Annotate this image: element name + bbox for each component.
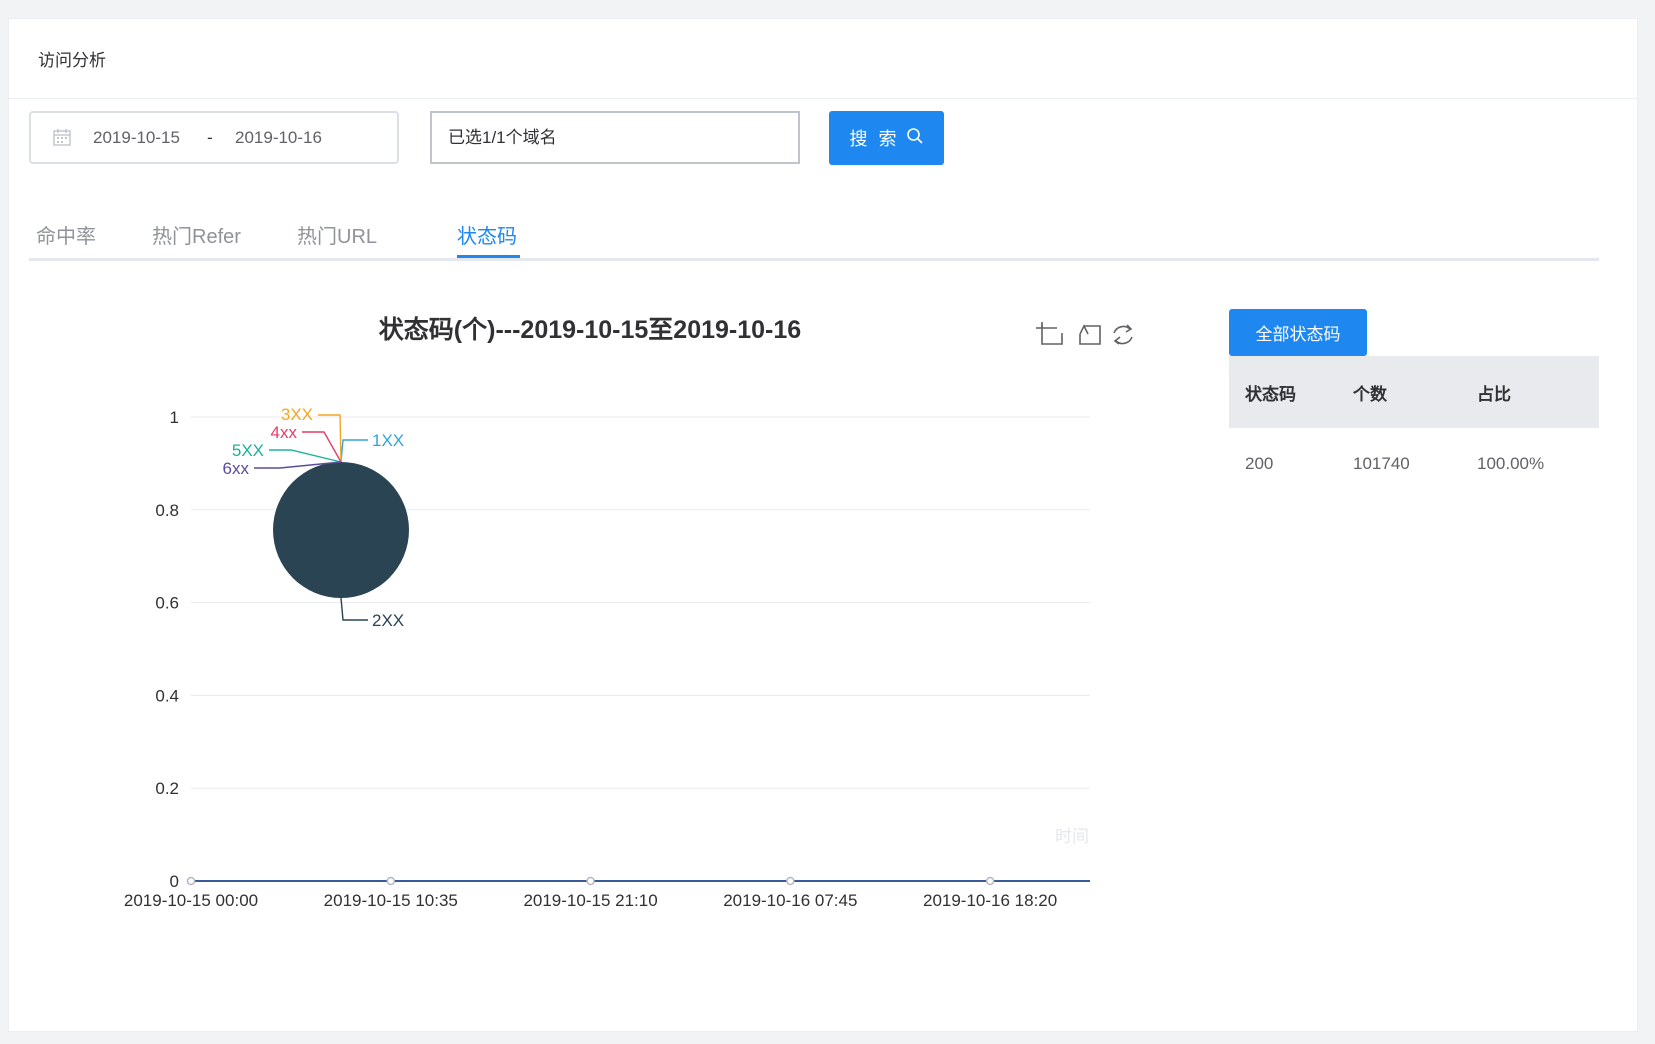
data-point bbox=[586, 876, 595, 886]
table-header: 状态码 个数 占比 bbox=[1229, 356, 1599, 428]
y-tick-label: 1 bbox=[170, 408, 179, 427]
data-point bbox=[186, 876, 196, 886]
cell-status-code: 200 bbox=[1245, 454, 1274, 473]
cell-count: 101740 bbox=[1353, 454, 1410, 473]
x-tick-label: 2019-10-16 18:20 bbox=[923, 891, 1057, 910]
pie-label: 4xx bbox=[271, 423, 298, 442]
pie-label: 3XX bbox=[281, 405, 313, 424]
pie-label-line bbox=[340, 597, 368, 621]
status-code-table: 状态码 个数 占比 200 101740 100.00% bbox=[1229, 356, 1599, 500]
x-tick-label: 2019-10-16 07:45 bbox=[723, 891, 857, 910]
header-ratio: 占比 bbox=[1477, 384, 1511, 404]
all-status-codes-button[interactable]: 全部状态码 bbox=[1229, 309, 1367, 356]
pie-label: 2XX bbox=[372, 611, 404, 630]
x-tick-label: 2019-10-15 10:35 bbox=[324, 891, 458, 910]
pie-slice bbox=[273, 462, 409, 598]
y-tick-label: 0.6 bbox=[155, 594, 179, 613]
pie-label: 6xx bbox=[223, 459, 250, 478]
x-tick-label: 2019-10-15 00:00 bbox=[124, 891, 258, 910]
pie-label-line bbox=[340, 439, 368, 463]
x-tick-label: 2019-10-15 21:10 bbox=[523, 891, 657, 910]
header-status-code: 状态码 bbox=[1245, 384, 1296, 404]
chart-title: 状态码(个)---2019-10-15至2019-10-16 bbox=[379, 316, 801, 344]
data-point bbox=[386, 876, 396, 886]
undo-icon[interactable] bbox=[1079, 324, 1101, 345]
x-axis-name: 时间 bbox=[1055, 827, 1089, 846]
data-point bbox=[786, 876, 795, 886]
pie-label: 5XX bbox=[232, 441, 264, 460]
y-tick-label: 0.2 bbox=[155, 779, 179, 798]
header-count: 个数 bbox=[1353, 384, 1387, 404]
status-code-chart: 状态码(个)---2019-10-15至2019-10-16 0 0.2 0.4 0.… bbox=[124, 316, 1133, 910]
y-tick-label: 0.8 bbox=[155, 501, 179, 520]
y-tick-label: 0 bbox=[170, 872, 179, 891]
chart-grid: 0 0.2 0.4 0.6 0.8 1 2019-10-15 00:00 2019-10-15… bbox=[124, 408, 1090, 910]
data-point bbox=[985, 876, 995, 886]
pie-label: 1XX bbox=[372, 431, 404, 450]
refresh-icon[interactable] bbox=[1113, 324, 1133, 345]
cell-ratio: 100.00% bbox=[1477, 454, 1545, 473]
y-tick-label: 0.4 bbox=[155, 686, 179, 705]
pie-label-line bbox=[269, 449, 342, 463]
table-row: 200 101740 100.00% bbox=[1229, 428, 1599, 500]
crop-icon[interactable] bbox=[1036, 322, 1063, 345]
